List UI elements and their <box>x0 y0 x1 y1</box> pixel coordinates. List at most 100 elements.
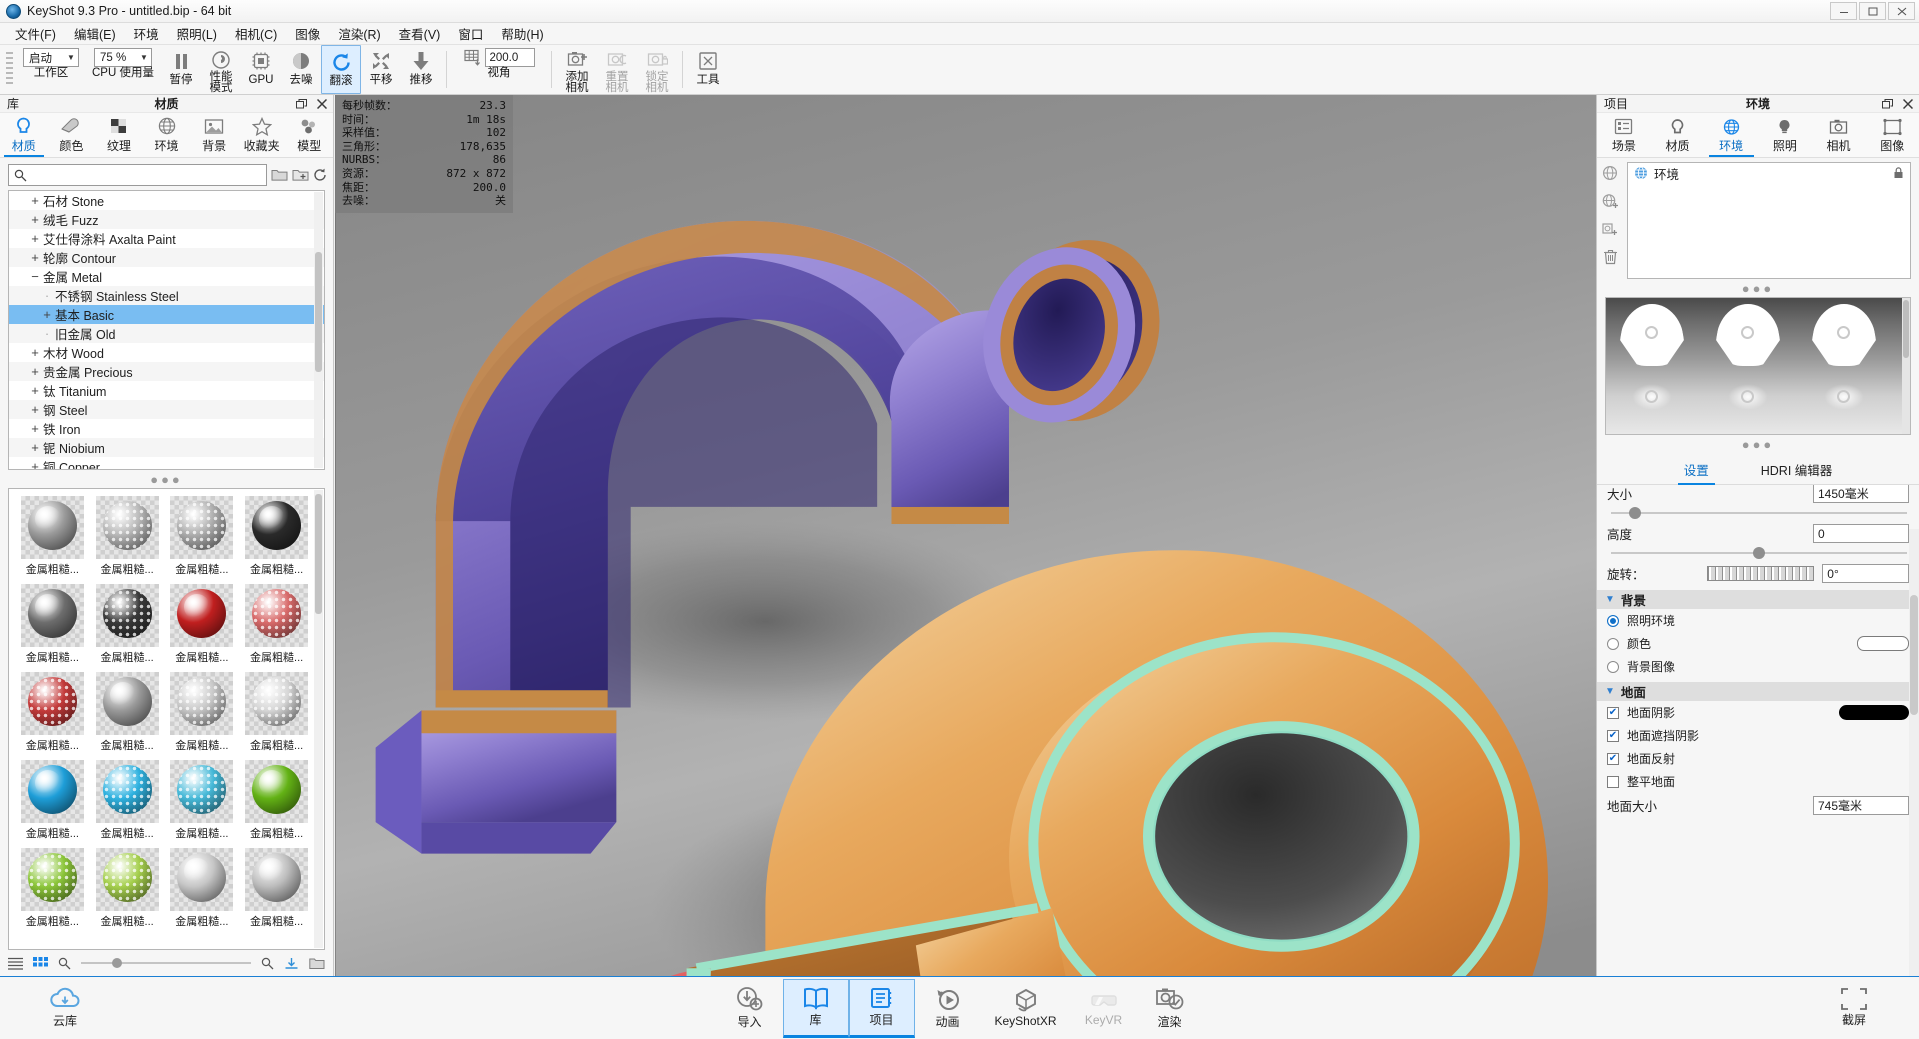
tree-expander-icon[interactable]: + <box>27 250 43 265</box>
project-tab-environment[interactable]: 环境 <box>1704 113 1758 157</box>
tree-item[interactable]: +绒毛 Fuzz <box>9 210 324 229</box>
material-thumbnail-cell[interactable]: 金属粗糙... <box>90 493 165 581</box>
project-tab-camera[interactable]: 相机 <box>1812 113 1866 157</box>
hdri-preview-scrollbar[interactable] <box>1902 298 1910 434</box>
menu-camera[interactable]: 相机(C) <box>226 22 286 45</box>
undock-icon[interactable] <box>1882 99 1893 109</box>
env-size-slider[interactable] <box>1611 506 1907 519</box>
flatten-ground-row[interactable]: 整平地面 <box>1597 770 1919 793</box>
tree-item[interactable]: +贵金属 Precious <box>9 362 324 381</box>
material-thumbnail[interactable] <box>21 848 84 911</box>
bottom-button-keyvr[interactable]: KeyVR <box>1071 979 1137 1038</box>
background-image-option[interactable]: 背景图像 <box>1597 655 1919 678</box>
menu-file[interactable]: 文件(F) <box>6 22 65 45</box>
workspace-selector[interactable]: 启动 ▼ 工作区 <box>17 45 85 94</box>
fov-control[interactable]: 200.0 视角 <box>452 45 546 94</box>
ground-reflection-row[interactable]: ✔ 地面反射 <box>1597 747 1919 770</box>
tree-expander-icon[interactable]: + <box>39 307 55 322</box>
tree-item[interactable]: +轮廓 Contour <box>9 248 324 267</box>
menu-lighting[interactable]: 照明(L) <box>168 22 226 45</box>
background-lighting-option[interactable]: 照明环境 <box>1597 609 1919 632</box>
menu-view[interactable]: 查看(V) <box>390 22 450 45</box>
render-viewport[interactable]: 每秒帧数：23.3时间：1m 18s采样值：102三角形：178,635NURB… <box>335 95 1596 976</box>
tree-expander-icon[interactable]: + <box>27 193 43 208</box>
material-thumbnail-cell[interactable]: 金属粗糙... <box>165 845 240 933</box>
radio-color[interactable] <box>1607 638 1619 650</box>
panel-resize-handle[interactable]: ●●● <box>0 470 333 488</box>
project-tab-material[interactable]: 材质 <box>1651 113 1705 157</box>
close-icon[interactable] <box>1903 99 1913 109</box>
duplicate-environment-icon[interactable] <box>1602 221 1619 237</box>
ground-shadow-row[interactable]: ✔ 地面阴影 <box>1597 701 1919 724</box>
hdri-preview-resize-handle[interactable]: ●●● <box>1597 435 1919 453</box>
material-category-tree[interactable]: +石材 Stone+绒毛 Fuzz+艾仕得涂料 Axalta Paint+轮廓 … <box>8 190 325 470</box>
bottom-button-animation[interactable]: 动画 <box>915 979 981 1038</box>
denoise-button[interactable]: 去噪 <box>281 45 321 94</box>
material-thumbnail[interactable] <box>170 672 233 735</box>
checkbox-ground-occlusion[interactable]: ✔ <box>1607 730 1619 742</box>
material-thumbnail[interactable] <box>245 672 308 735</box>
add-environment-icon[interactable] <box>1602 193 1619 209</box>
close-icon[interactable] <box>317 99 327 109</box>
material-thumbnail-cell[interactable]: 金属粗糙... <box>239 493 314 581</box>
dolly-tool-button[interactable]: 推移 <box>401 45 441 94</box>
env-size-field[interactable]: 1450毫米 <box>1813 485 1909 503</box>
gpu-button[interactable]: GPU <box>241 45 281 94</box>
material-thumbnail-cell[interactable]: 金属粗糙... <box>239 845 314 933</box>
material-thumbnail-cell[interactable]: 金属粗糙... <box>239 669 314 757</box>
tree-item[interactable]: ·不锈钢 Stainless Steel <box>9 286 324 305</box>
library-tab-colors[interactable]: 颜色 <box>48 113 96 157</box>
delete-environment-icon[interactable] <box>1603 249 1618 265</box>
tree-expander-icon[interactable]: + <box>27 440 43 455</box>
tree-item[interactable]: +铌 Niobium <box>9 438 324 457</box>
material-thumbnail[interactable] <box>21 760 84 823</box>
tree-expander-icon[interactable]: + <box>27 402 43 417</box>
lock-camera-button[interactable]: 锁定 相机 <box>637 45 677 94</box>
material-thumbnail-cell[interactable]: 金属粗糙... <box>90 581 165 669</box>
pause-button[interactable]: 暂停 <box>161 45 201 94</box>
reset-camera-button[interactable]: 重置 相机 <box>597 45 637 94</box>
material-thumbnail-cell[interactable]: 金属粗糙... <box>90 669 165 757</box>
performance-mode-button[interactable]: 性能 模式 <box>201 45 241 94</box>
tree-item[interactable]: +木材 Wood <box>9 343 324 362</box>
undock-icon[interactable] <box>296 99 307 109</box>
tree-item[interactable]: −金属 Metal <box>9 267 324 286</box>
project-tab-image[interactable]: 图像 <box>1865 113 1919 157</box>
material-thumbnail[interactable] <box>170 496 233 559</box>
material-thumbnail-cell[interactable]: 金属粗糙... <box>239 757 314 845</box>
screenshot-button[interactable]: 截屏 <box>1789 988 1919 1028</box>
magnifier-icon[interactable] <box>261 957 274 970</box>
material-thumbnail[interactable] <box>245 848 308 911</box>
tree-expander-icon[interactable]: + <box>27 212 43 227</box>
lock-icon[interactable] <box>1893 167 1904 179</box>
tree-expander-icon[interactable]: + <box>27 345 43 360</box>
checkbox-ground-shadow[interactable]: ✔ <box>1607 707 1619 719</box>
list-view-icon[interactable] <box>8 957 23 970</box>
bottom-button-render[interactable]: 渲染 <box>1137 979 1203 1038</box>
pan-tool-button[interactable]: 平移 <box>361 45 401 94</box>
tree-item[interactable]: +基本 Basic <box>9 305 324 324</box>
material-thumbnail-grid-wrapper[interactable]: 金属粗糙...金属粗糙...金属粗糙...金属粗糙...金属粗糙...金属粗糙.… <box>8 488 325 950</box>
material-thumbnail[interactable] <box>170 584 233 647</box>
material-thumbnail[interactable] <box>245 584 308 647</box>
menu-image[interactable]: 图像 <box>286 22 329 45</box>
tree-item[interactable]: +钛 Titanium <box>9 381 324 400</box>
ground-size-field[interactable]: 745毫米 <box>1813 796 1909 815</box>
cloud-library-button[interactable]: 云库 <box>0 987 130 1029</box>
background-color-swatch[interactable] <box>1857 636 1909 651</box>
close-button[interactable] <box>1888 2 1915 20</box>
menu-window[interactable]: 窗口 <box>449 22 492 45</box>
download-icon[interactable] <box>284 957 299 970</box>
menu-edit[interactable]: 编辑(E) <box>65 22 125 45</box>
material-thumbnail-cell[interactable]: 金属粗糙... <box>90 757 165 845</box>
material-thumbnail[interactable] <box>96 848 159 911</box>
menu-help[interactable]: 帮助(H) <box>492 22 552 45</box>
material-thumbnail-cell[interactable]: 金属粗糙... <box>90 845 165 933</box>
material-thumbnail[interactable] <box>245 760 308 823</box>
folder-icon[interactable] <box>309 957 325 970</box>
minimize-button[interactable] <box>1830 2 1857 20</box>
tree-item[interactable]: +石材 Stone <box>9 191 324 210</box>
tree-expander-icon[interactable]: · <box>39 326 55 341</box>
project-panel-tag[interactable]: 项目 <box>1604 95 1628 112</box>
tree-item[interactable]: ·旧金属 Old <box>9 324 324 343</box>
